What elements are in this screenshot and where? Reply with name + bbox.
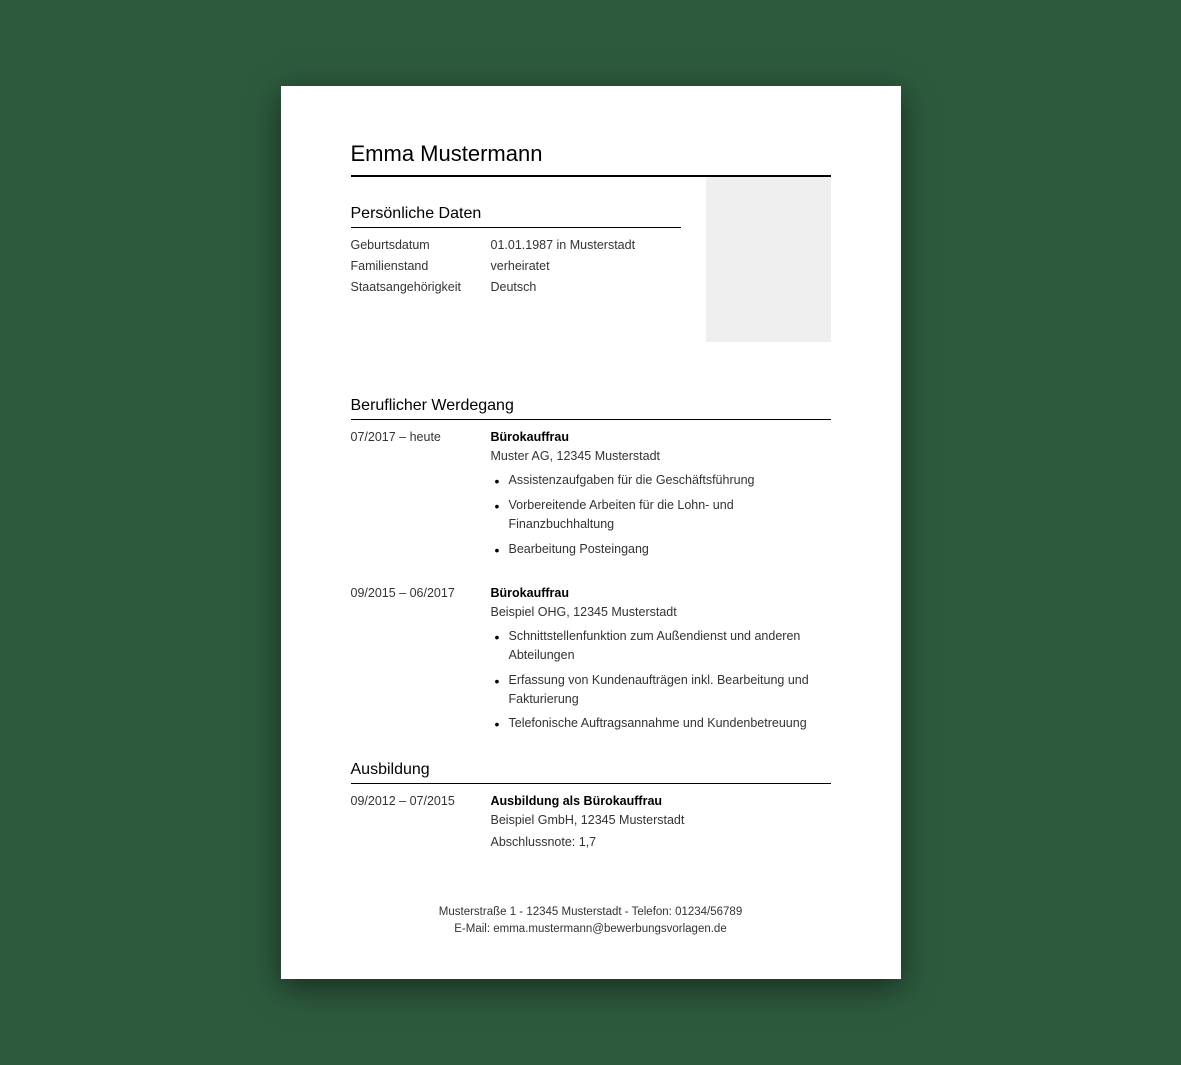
bullet-item: Telefonische Auftragsannahme und Kundenb…: [491, 714, 831, 733]
entry-content: Ausbildung als Bürokauffrau Beispiel Gmb…: [491, 794, 831, 854]
entry-date: 07/2017 – heute: [351, 430, 491, 564]
bullet-item: Erfassung von Kundenaufträgen inkl. Bear…: [491, 671, 831, 709]
nationality-label: Staatsangehörigkeit: [351, 280, 491, 294]
personal-row-birth: Geburtsdatum 01.01.1987 in Musterstadt: [351, 238, 681, 252]
entry-content: Bürokauffrau Beispiel OHG, 12345 Musters…: [491, 586, 831, 739]
resume-page: Emma Mustermann Persönliche Daten Geburt…: [281, 86, 901, 978]
bullet-item: Vorbereitende Arbeiten für die Lohn- und…: [491, 496, 831, 534]
career-entry: 09/2015 – 06/2017 Bürokauffrau Beispiel …: [351, 586, 831, 739]
personal-heading: Persönliche Daten: [351, 205, 681, 228]
marital-label: Familienstand: [351, 259, 491, 273]
entry-subtitle: Beispiel OHG, 12345 Musterstadt: [491, 605, 831, 619]
entry-bullets: Assistenzaufgaben für die Geschäftsführu…: [491, 471, 831, 558]
personal-row-nationality: Staatsangehörigkeit Deutsch: [351, 280, 681, 294]
applicant-name: Emma Mustermann: [351, 141, 831, 167]
entry-date: 09/2012 – 07/2015: [351, 794, 491, 854]
education-entry: 09/2012 – 07/2015 Ausbildung als Bürokau…: [351, 794, 831, 854]
footer-line-email: E-Mail: emma.mustermann@bewerbungsvorlag…: [351, 921, 831, 938]
entry-subtitle: Beispiel GmbH, 12345 Musterstadt: [491, 813, 831, 827]
career-heading: Beruflicher Werdegang: [351, 397, 831, 420]
entry-subtitle: Muster AG, 12345 Musterstadt: [491, 449, 831, 463]
entry-date: 09/2015 – 06/2017: [351, 586, 491, 739]
footer-line-address: Musterstraße 1 - 12345 Musterstadt - Tel…: [351, 904, 831, 921]
entry-title: Ausbildung als Bürokauffrau: [491, 794, 831, 808]
photo-placeholder: [706, 177, 831, 342]
entry-note: Abschlussnote: 1,7: [491, 835, 831, 849]
marital-value: verheiratet: [491, 259, 550, 273]
personal-row-marital: Familienstand verheiratet: [351, 259, 681, 273]
birth-value: 01.01.1987 in Musterstadt: [491, 238, 636, 252]
nationality-value: Deutsch: [491, 280, 537, 294]
footer: Musterstraße 1 - 12345 Musterstadt - Tel…: [351, 904, 831, 939]
career-entry: 07/2017 – heute Bürokauffrau Muster AG, …: [351, 430, 831, 564]
entry-title: Bürokauffrau: [491, 430, 831, 444]
entry-content: Bürokauffrau Muster AG, 12345 Musterstad…: [491, 430, 831, 564]
education-heading: Ausbildung: [351, 761, 831, 784]
bullet-item: Schnittstellenfunktion zum Außendienst u…: [491, 627, 831, 665]
entry-title: Bürokauffrau: [491, 586, 831, 600]
bullet-item: Assistenzaufgaben für die Geschäftsführu…: [491, 471, 831, 490]
bullet-item: Bearbeitung Posteingang: [491, 540, 831, 559]
personal-section: Persönliche Daten Geburtsdatum 01.01.198…: [351, 205, 831, 375]
entry-bullets: Schnittstellenfunktion zum Außendienst u…: [491, 627, 831, 733]
birth-label: Geburtsdatum: [351, 238, 491, 252]
